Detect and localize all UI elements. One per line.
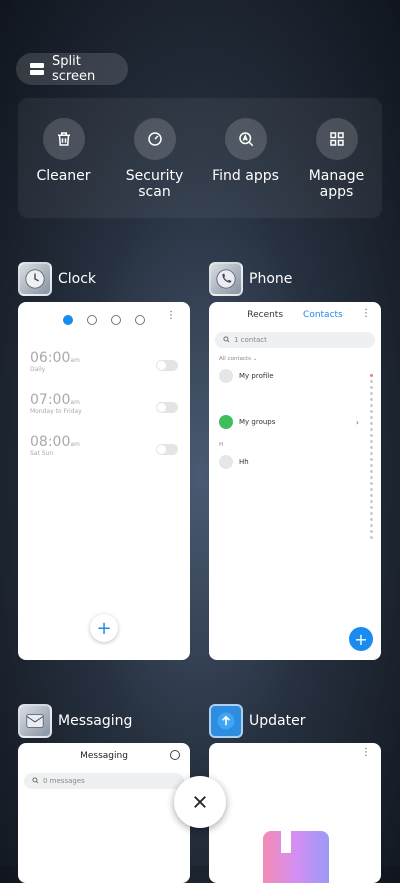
split-screen-button[interactable]: Split screen [16,53,128,85]
search-placeholder: 1 contact [234,336,267,344]
quick-tools-panel: Cleaner Security scan Find apps Manage a… [18,98,382,218]
messaging-app-icon [18,704,52,738]
alarm-ampm: am [70,399,80,406]
cleaner-button[interactable]: Cleaner [22,118,106,184]
clock-app-card[interactable]: ⋮ 06:00am Daily 07:00am Monday to Friday… [18,302,190,660]
close-icon [194,796,206,808]
more-options-icon[interactable]: ⋮ [361,747,371,758]
avatar [219,455,233,469]
contacts-tab[interactable]: Contacts [303,310,343,326]
gear-icon[interactable] [170,750,180,760]
manage-apps-button[interactable]: Manage apps [295,118,379,200]
search-placeholder: 0 messages [43,777,85,785]
alarm-item[interactable]: 08:00am Sat Sun [18,434,190,476]
phone-tabs: Recents Contacts ⋮ [209,302,381,326]
updater-app-card[interactable]: ⋮ [209,743,381,883]
clock-app-name: Clock [58,271,97,287]
security-scan-icon [133,118,176,160]
my-groups-row[interactable]: My groups › [209,408,381,436]
add-alarm-button[interactable]: + [90,614,118,642]
alarm-ampm: am [70,357,80,364]
alarm-time: 08:00 [30,434,71,450]
cleaner-label: Cleaner [36,168,91,184]
alarm-toggle[interactable] [156,402,178,413]
clock-app-icon [18,262,52,296]
alarm-time: 06:00 [30,350,71,366]
my-profile-row[interactable]: My profile [209,362,381,390]
messages-search-input[interactable]: 0 messages [24,773,184,789]
alarm-toggle[interactable] [156,360,178,371]
updater-app-name: Updater [249,713,306,729]
messaging-app-card[interactable]: Messaging 0 messages [18,743,190,883]
alarm-tab-icon[interactable] [63,315,73,325]
phone-app-name: Phone [249,271,293,287]
updater-app-header[interactable]: Updater [209,704,305,738]
my-groups-label: My groups [239,418,276,426]
stopwatch-tab-icon[interactable] [111,315,121,325]
trash-icon [42,118,85,160]
add-contact-button[interactable]: + [349,627,373,651]
security-scan-label: Security scan [125,168,184,200]
update-logo-image [263,831,329,883]
recents-tab[interactable]: Recents [247,310,283,326]
more-options-icon[interactable]: ⋮ [166,310,176,321]
contact-row[interactable]: Hh [209,448,381,476]
messaging-app-header[interactable]: Messaging [18,704,132,738]
clock-app-header[interactable]: Clock [18,262,96,296]
alarm-item[interactable]: 07:00am Monday to Friday [18,392,190,434]
alarm-item[interactable]: 06:00am Daily [18,350,190,392]
alarm-ampm: am [70,441,80,448]
avatar [219,369,233,383]
contact-name: Hh [239,458,249,466]
alphabet-index[interactable] [370,374,376,539]
alarm-toggle[interactable] [156,444,178,455]
contacts-search-input[interactable]: 1 contact [215,332,375,348]
messaging-title: Messaging [18,743,190,767]
alarm-time: 07:00 [30,392,71,408]
split-screen-label: Split screen [51,54,96,84]
groups-avatar [219,415,233,429]
grid-icon [315,118,358,160]
search-icon [223,335,230,345]
phone-app-icon [209,262,243,296]
chevron-right-icon: › [355,417,359,427]
search-icon [32,776,39,786]
close-all-button[interactable] [174,776,226,828]
find-apps-button[interactable]: Find apps [204,118,288,184]
clock-tabs: ⋮ [18,302,190,330]
phone-app-card[interactable]: Recents Contacts ⋮ 1 contact All contact… [209,302,381,660]
more-options-icon[interactable]: ⋮ [361,308,371,319]
messaging-app-name: Messaging [58,713,133,729]
security-scan-button[interactable]: Security scan [113,118,197,200]
phone-app-header[interactable]: Phone [209,262,292,296]
find-apps-icon [224,118,267,160]
manage-apps-label: Manage apps [308,168,365,200]
updater-app-icon [209,704,243,738]
split-screen-icon [30,63,44,75]
clock-tab-icon[interactable] [87,315,97,325]
find-apps-label: Find apps [212,168,279,184]
timer-tab-icon[interactable] [135,315,145,325]
my-profile-label: My profile [239,372,274,380]
